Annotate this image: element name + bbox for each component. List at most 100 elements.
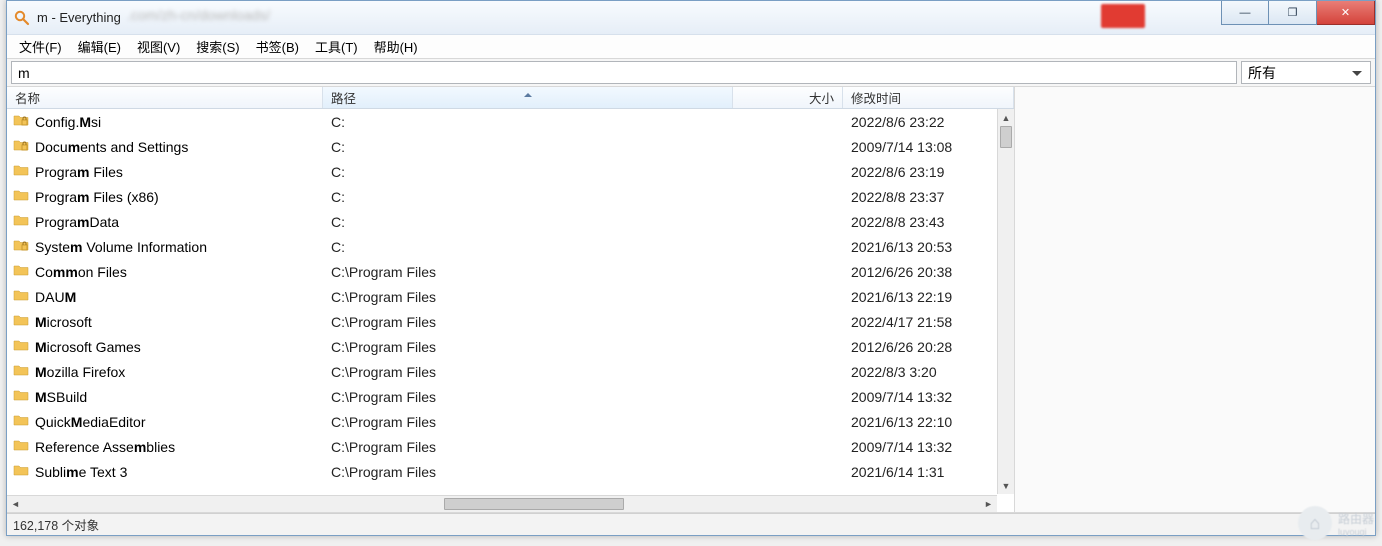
table-row[interactable]: Documents and SettingsC:2009/7/14 13:08 — [7, 134, 1014, 159]
blurred-bg-text: .com/zh-cn/downloads/ — [127, 7, 270, 23]
file-date: 2022/8/6 23:19 — [843, 164, 1014, 180]
hscroll-track[interactable] — [24, 496, 980, 512]
table-row[interactable]: Microsoft GamesC:\Program Files2012/6/26… — [7, 334, 1014, 359]
folder-icon — [13, 212, 29, 231]
blurred-red-badge — [1101, 4, 1145, 28]
horizontal-scrollbar[interactable]: ◄ ► — [7, 495, 997, 512]
table-row[interactable]: Mozilla FirefoxC:\Program Files2022/8/3 … — [7, 359, 1014, 384]
menu-item-0[interactable]: 文件(F) — [11, 35, 70, 58]
menu-item-6[interactable]: 帮助(H) — [366, 35, 426, 58]
file-path: C:\Program Files — [323, 289, 733, 305]
scroll-left-icon[interactable]: ◄ — [7, 496, 24, 512]
menu-item-5[interactable]: 工具(T) — [307, 35, 366, 58]
file-name: Program Files — [35, 164, 123, 180]
table-row[interactable]: Program Files (x86)C:2022/8/8 23:37 — [7, 184, 1014, 209]
file-path: C: — [323, 164, 733, 180]
folder-icon — [13, 312, 29, 331]
table-row[interactable]: Sublime Text 3C:\Program Files2021/6/14 … — [7, 459, 1014, 484]
file-name: System Volume Information — [35, 239, 207, 255]
watermark-icon: ⌂ — [1298, 506, 1332, 540]
scroll-thumb[interactable] — [1000, 126, 1012, 148]
file-date: 2021/6/13 22:10 — [843, 414, 1014, 430]
table-row[interactable]: Program Files C: 2022/8/6 23:19 — [7, 159, 1014, 184]
file-date: 2022/8/8 23:37 — [843, 189, 1014, 205]
scroll-right-icon[interactable]: ► — [980, 496, 997, 512]
locked-folder-icon — [13, 137, 29, 156]
scroll-down-icon[interactable]: ▼ — [998, 477, 1014, 494]
table-row[interactable]: MSBuildC:\Program Files2009/7/14 13:32 — [7, 384, 1014, 409]
app-icon — [13, 9, 31, 27]
search-input[interactable] — [11, 61, 1237, 84]
file-name: DAUM — [35, 289, 76, 305]
file-path: C:\Program Files — [323, 439, 733, 455]
results-rows[interactable]: Config.Msi C: 2022/8/6 23:22 Documents and … — [7, 109, 1014, 512]
file-date: 2009/7/14 13:08 — [843, 139, 1014, 155]
file-path: C:\Program Files — [323, 414, 733, 430]
results-list: 名称 路径 大小 修改时间 Config.Msi C: 2022/8/6 23:22… — [7, 87, 1015, 512]
file-date: 2021/6/13 20:53 — [843, 239, 1014, 255]
file-path: C: — [323, 239, 733, 255]
folder-icon — [13, 362, 29, 381]
file-date: 2022/8/8 23:43 — [843, 214, 1014, 230]
file-date: 2012/6/26 20:38 — [843, 264, 1014, 280]
col-header-size[interactable]: 大小 — [733, 87, 843, 108]
table-row[interactable]: DAUMC:\Program Files2021/6/13 22:19 — [7, 284, 1014, 309]
col-header-name[interactable]: 名称 — [7, 87, 323, 108]
locked-folder-icon — [13, 112, 29, 131]
minimize-button[interactable]: — — [1221, 1, 1269, 25]
folder-icon — [13, 262, 29, 281]
window-title: m - Everything — [37, 10, 121, 25]
watermark-sub: luyouqi — [1338, 527, 1374, 537]
file-name: QuickMediaEditor — [35, 414, 146, 430]
menu-item-1[interactable]: 编辑(E) — [70, 35, 129, 58]
filter-dropdown[interactable]: 所有 — [1241, 61, 1371, 84]
table-row[interactable]: MicrosoftC:\Program Files2022/4/17 21:58 — [7, 309, 1014, 334]
locked-folder-icon — [13, 237, 29, 256]
folder-icon — [13, 387, 29, 406]
preview-pane — [1015, 87, 1375, 512]
file-path: C:\Program Files — [323, 464, 733, 480]
close-button[interactable]: ✕ — [1317, 1, 1375, 25]
maximize-button[interactable]: ❐ — [1269, 1, 1317, 25]
menu-item-2[interactable]: 视图(V) — [129, 35, 188, 58]
status-text: 162,178 个对象 — [13, 515, 99, 534]
file-path: C: — [323, 189, 733, 205]
file-date: 2022/8/3 3:20 — [843, 364, 1014, 380]
watermark: ⌂ 路由器 luyouqi — [1298, 506, 1374, 540]
table-row[interactable]: Config.Msi C: 2022/8/6 23:22 — [7, 109, 1014, 134]
folder-icon — [13, 462, 29, 481]
scroll-track[interactable] — [998, 126, 1014, 477]
table-row[interactable]: QuickMediaEditor C:\Program Files 2021/6/1… — [7, 409, 1014, 434]
file-path: C:\Program Files — [323, 389, 733, 405]
table-row[interactable]: ProgramDataC:2022/8/8 23:43 — [7, 209, 1014, 234]
file-path: C:\Program Files — [323, 314, 733, 330]
folder-icon — [13, 337, 29, 356]
file-date: 2021/6/14 1:31 — [843, 464, 1014, 480]
file-name: Reference Assemblies — [35, 439, 175, 455]
folder-icon — [13, 187, 29, 206]
titlebar[interactable]: m - Everything .com/zh-cn/downloads/ — ❐… — [7, 1, 1375, 35]
menubar: 文件(F)编辑(E)视图(V)搜索(S)书签(B)工具(T)帮助(H) — [7, 35, 1375, 59]
window-controls: — ❐ ✕ — [1221, 1, 1375, 25]
app-window: m - Everything .com/zh-cn/downloads/ — ❐… — [6, 0, 1376, 536]
vertical-scrollbar[interactable]: ▲ ▼ — [997, 109, 1014, 494]
column-headers: 名称 路径 大小 修改时间 — [7, 87, 1014, 109]
filter-selected: 所有 — [1248, 63, 1276, 83]
folder-icon — [13, 162, 29, 181]
menu-item-3[interactable]: 搜索(S) — [188, 35, 247, 58]
hscroll-thumb[interactable] — [444, 498, 624, 510]
col-header-date[interactable]: 修改时间 — [843, 87, 1014, 108]
scroll-up-icon[interactable]: ▲ — [998, 109, 1014, 126]
table-row[interactable]: Reference AssembliesC:\Program Files2009… — [7, 434, 1014, 459]
menu-item-4[interactable]: 书签(B) — [248, 35, 307, 58]
table-row[interactable]: Common FilesC:\Program Files2012/6/26 20… — [7, 259, 1014, 284]
file-name: ProgramData — [35, 214, 119, 230]
col-header-path[interactable]: 路径 — [323, 87, 733, 108]
file-path: C: — [323, 114, 733, 130]
table-row[interactable]: System Volume Information C: 2021/6/13 20:… — [7, 234, 1014, 259]
file-date: 2022/8/6 23:22 — [843, 114, 1014, 130]
file-name: Config.Msi — [35, 114, 101, 130]
file-path: C:\Program Files — [323, 339, 733, 355]
statusbar: 162,178 个对象 — [7, 513, 1375, 535]
file-path: C:\Program Files — [323, 364, 733, 380]
